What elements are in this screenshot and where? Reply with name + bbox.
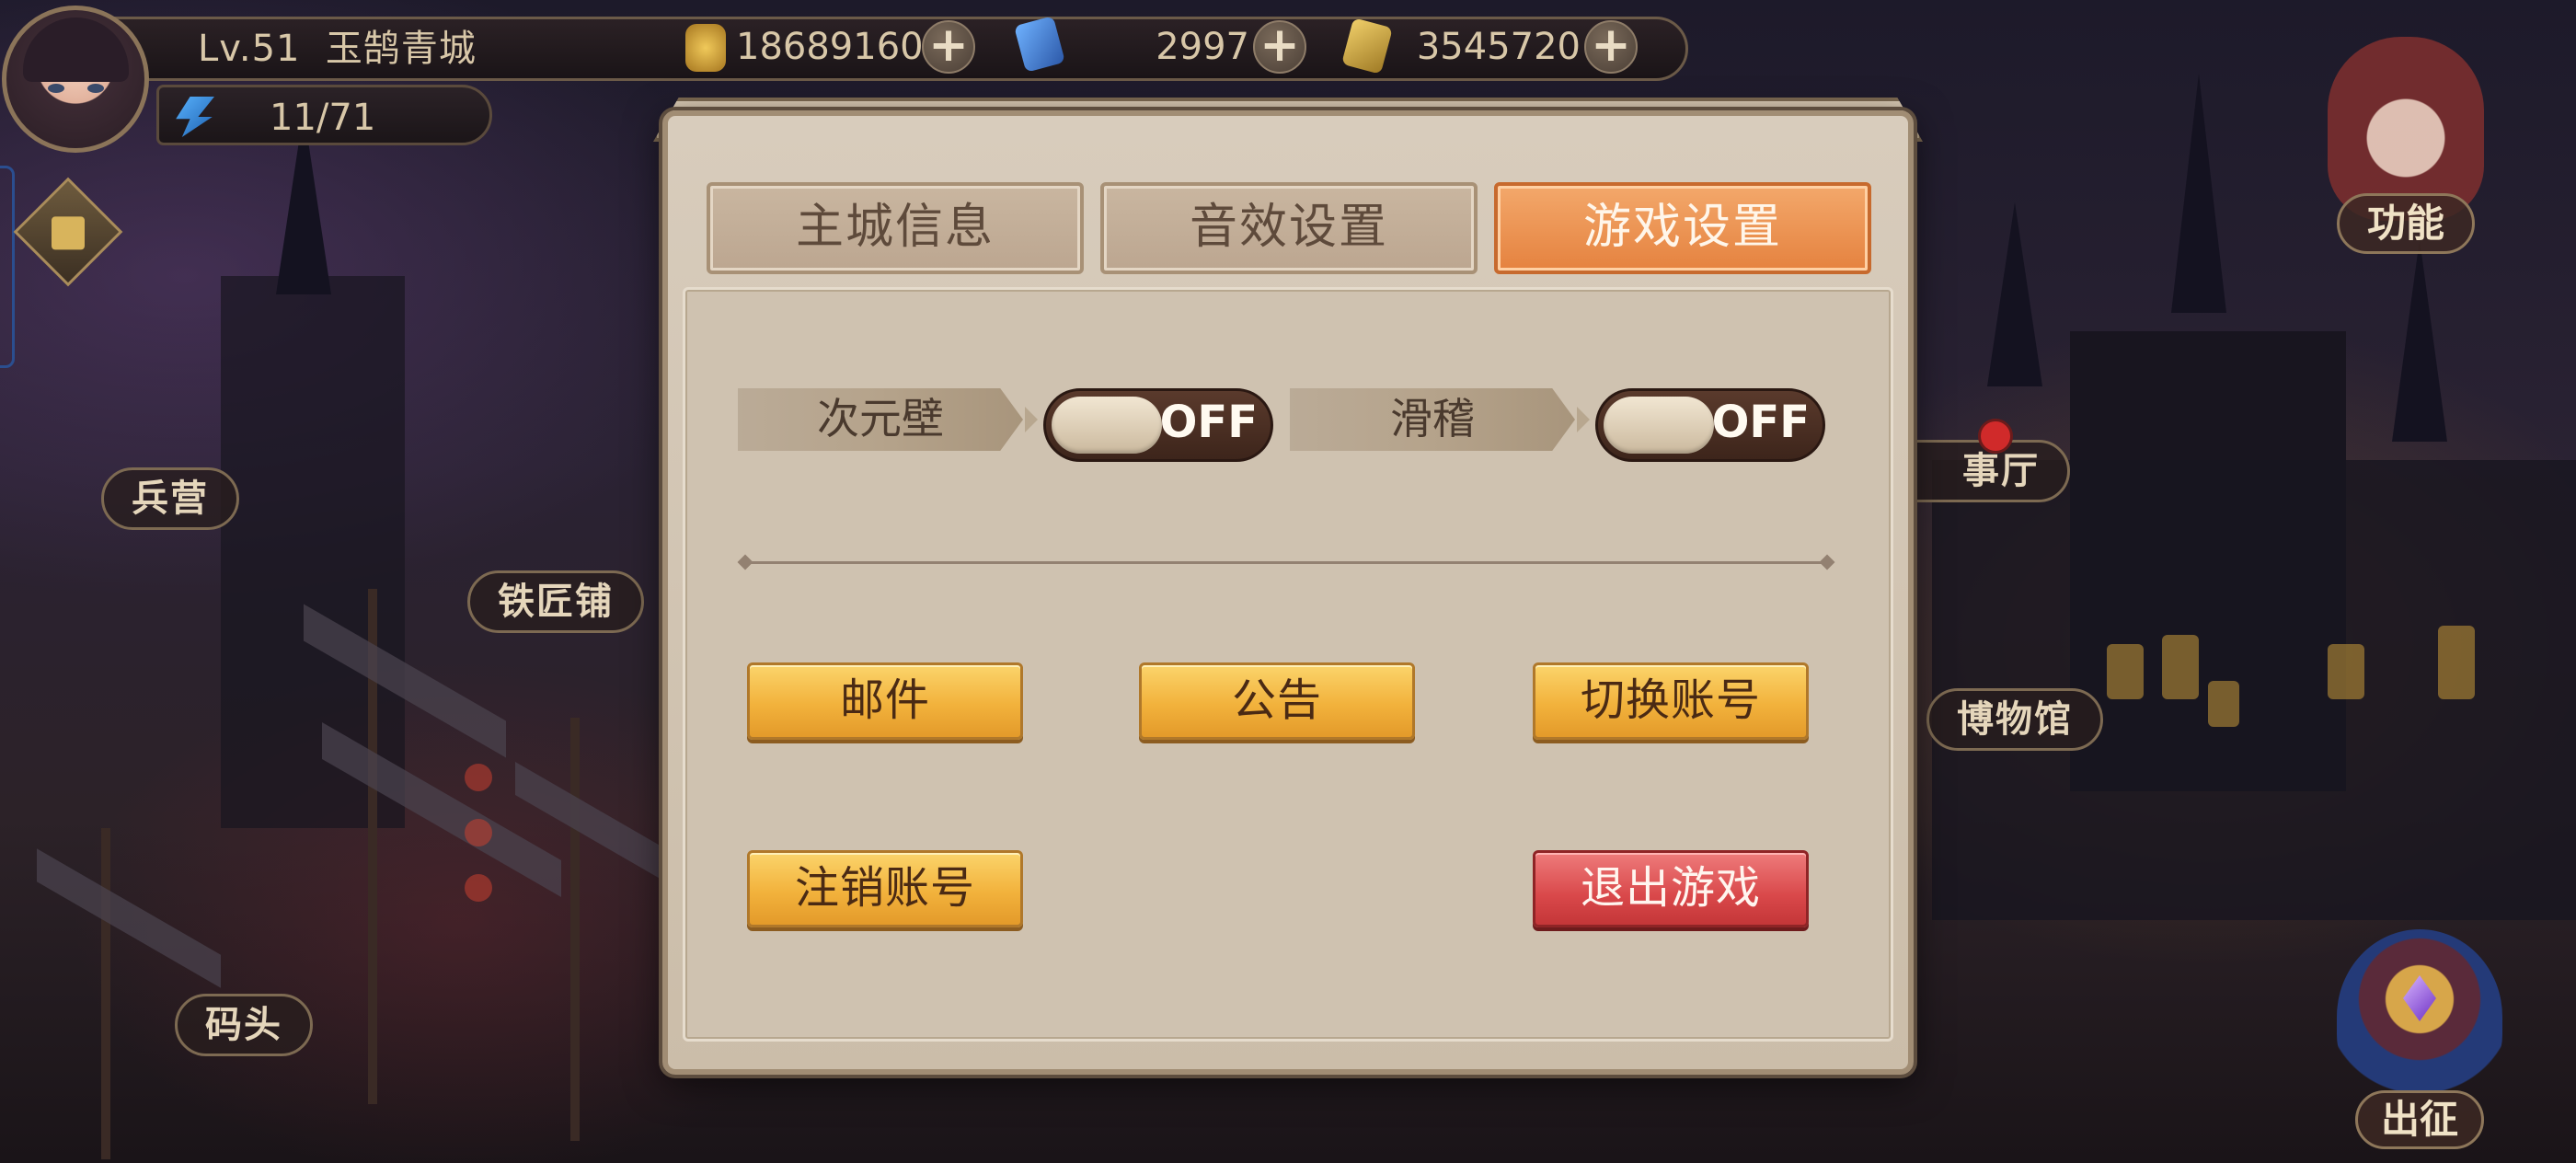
function-button[interactable]: 功能 [2309,37,2493,258]
avatar-eye [48,84,64,93]
arrow-right-icon [1025,407,1038,432]
window-light [2208,681,2239,727]
gem-value: 2997 [1156,26,1249,68]
building-silhouette [221,276,405,828]
ship-mast [101,828,110,1159]
lantern [465,819,492,846]
spire-silhouette [1987,202,2042,386]
spire-silhouette [2171,74,2226,313]
city-name: 玉鹄青城 [325,28,477,70]
toggle-knob [1052,397,1162,454]
toggle-knob [1604,397,1714,454]
side-drawer-tab[interactable] [0,166,15,368]
gold-value: 18689160 [736,26,924,68]
notification-dot [1978,419,2013,454]
toggle-state: OFF [1159,397,1258,448]
expedition-label: 出征 [2355,1090,2484,1149]
map-label-blacksmith[interactable]: 铁匠铺 [467,570,644,633]
gold-coin-icon [685,24,726,72]
quest-scroll-icon[interactable] [13,177,123,287]
window-light [2107,644,2144,699]
add-gem-button[interactable]: + [1253,20,1306,74]
tab-game-settings[interactable]: 游戏设置 [1494,182,1871,274]
window-light [2162,635,2199,699]
toggle-state: OFF [1711,397,1810,448]
player-level: Lv.51 [198,28,301,70]
map-label-museum[interactable]: 博物馆 [1926,688,2103,751]
lantern [465,874,492,902]
switch-account-button[interactable]: 切换账号 [1533,662,1809,740]
avatar-hair [23,17,129,82]
lantern [465,764,492,791]
exit-game-button[interactable]: 退出游戏 [1533,850,1809,927]
spire-silhouette [2392,239,2447,442]
window-light [2328,644,2364,699]
tab-sound-settings[interactable]: 音效设置 [1100,182,1478,274]
add-gold-button[interactable]: + [922,20,975,74]
section-divider [743,561,1829,564]
expedition-button[interactable]: 出征 [2328,929,2512,1150]
tab-city-info[interactable]: 主城信息 [707,182,1084,274]
toggle-label-funny: 滑稽 [1290,388,1575,451]
player-avatar[interactable] [2,6,149,153]
funny-toggle[interactable]: OFF [1595,388,1825,462]
ship-mast [570,718,580,1141]
function-label: 功能 [2337,193,2475,254]
announcement-button[interactable]: 公告 [1139,662,1415,740]
dimension-wall-toggle[interactable]: OFF [1043,388,1273,462]
add-ticket-button[interactable]: + [1584,20,1638,74]
toggle-label-dimension-wall: 次元壁 [738,388,1023,451]
player-level-city: Lv.51 玉鹄青城 [198,18,477,72]
avatar-eye [87,84,104,93]
window-light [2438,626,2475,699]
energy-value: 11/71 [270,97,376,139]
map-label-barracks[interactable]: 兵营 [101,467,239,530]
scroll-icon [52,216,85,250]
mail-button[interactable]: 邮件 [747,662,1023,740]
ticket-value: 3545720 [1416,26,1581,68]
energy-bar: 11/71 [156,85,492,145]
logout-account-button[interactable]: 注销账号 [747,850,1023,927]
lightning-icon [176,97,214,137]
ship-sail [37,848,221,988]
map-label-dock[interactable]: 码头 [175,994,313,1056]
settings-dialog: 主城信息 音效设置 游戏设置 次元壁 OFF 滑稽 OFF 邮件 公告 切换账号… [662,110,1914,1075]
arrow-right-icon [1577,407,1590,432]
